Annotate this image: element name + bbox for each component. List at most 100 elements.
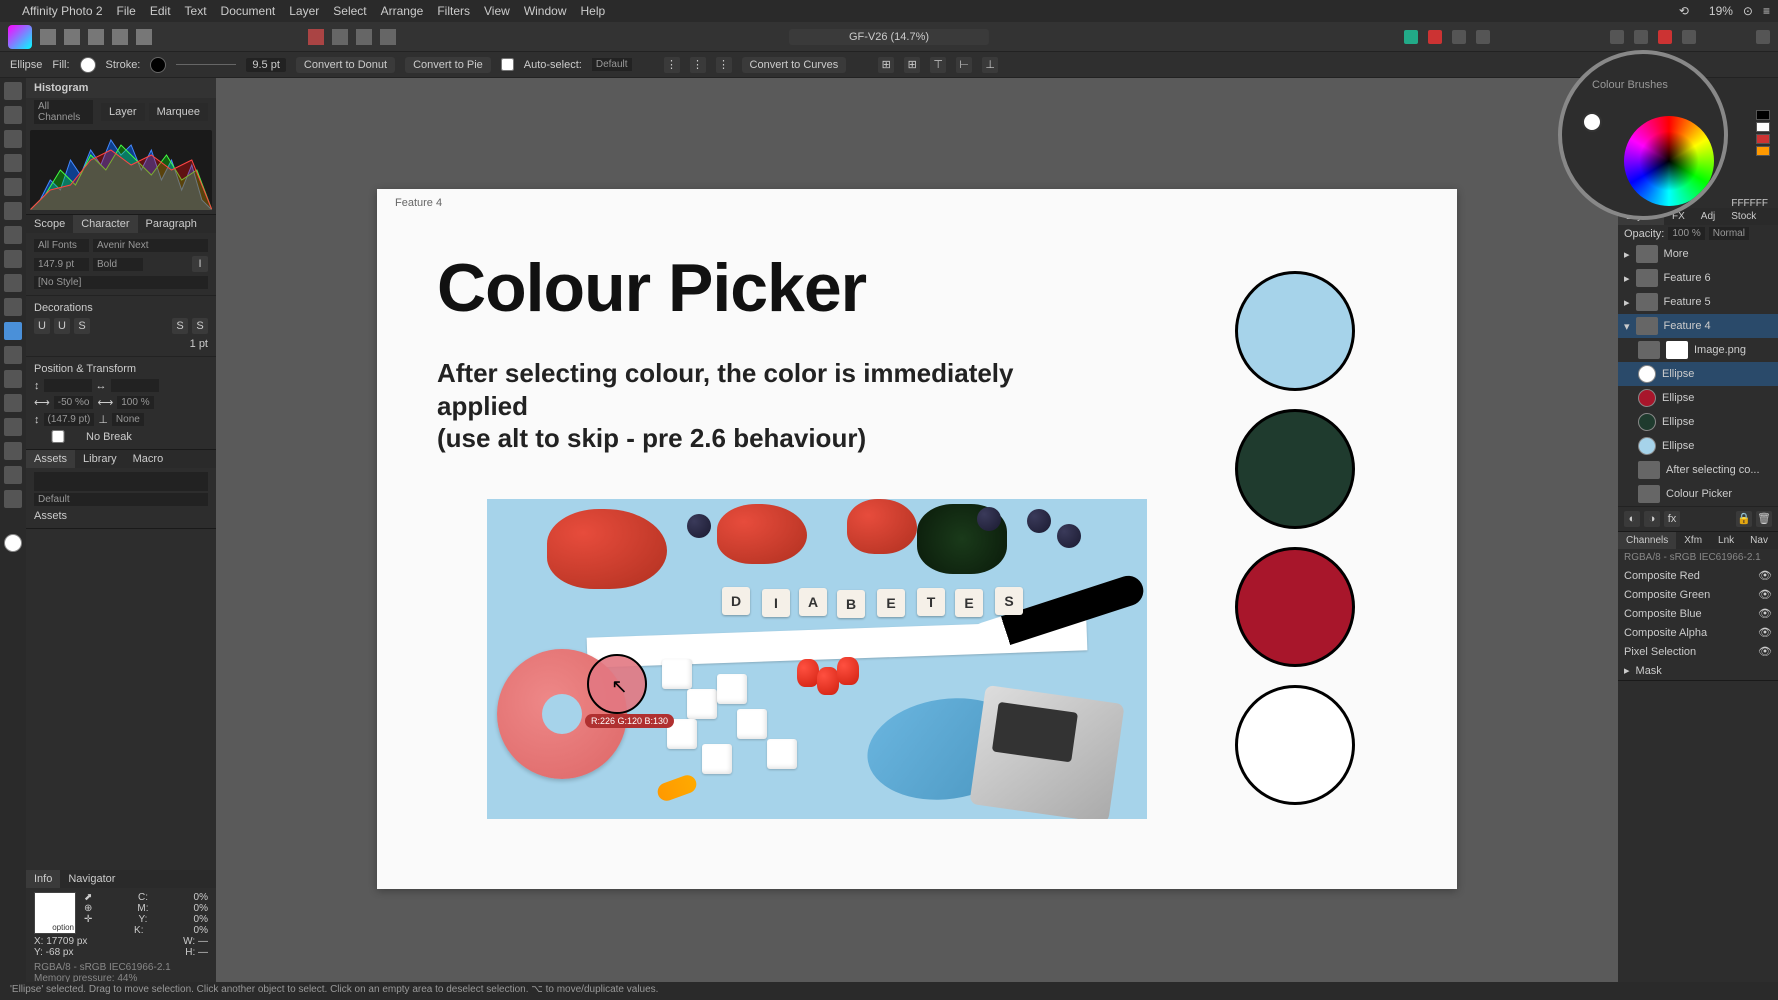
move-tool-icon[interactable] bbox=[4, 82, 22, 100]
macro-tab[interactable]: Macro bbox=[125, 450, 172, 468]
layer-row[interactable]: Ellipse bbox=[1618, 386, 1778, 410]
persona-liquify-icon[interactable] bbox=[64, 29, 80, 45]
navigator-tab[interactable]: Navigator bbox=[60, 870, 123, 888]
assets-search-input[interactable] bbox=[34, 472, 208, 491]
transform-origin-icon[interactable] bbox=[1452, 30, 1466, 44]
swatch-red[interactable] bbox=[1756, 134, 1770, 144]
zoom-tool-icon[interactable] bbox=[4, 466, 22, 484]
channel-row[interactable]: Composite Blue👁 bbox=[1618, 604, 1778, 623]
leading-field[interactable]: (147.9 pt) bbox=[44, 413, 95, 426]
text-tool-icon[interactable] bbox=[4, 298, 22, 316]
strikethrough-button[interactable]: S bbox=[74, 318, 90, 334]
assets-category-dropdown[interactable]: Default bbox=[34, 493, 208, 506]
swatch-orange[interactable] bbox=[1756, 146, 1770, 156]
underline-button[interactable]: U bbox=[34, 318, 50, 334]
force-pixel-icon[interactable] bbox=[1428, 30, 1442, 44]
arrange-front-icon[interactable] bbox=[1682, 30, 1696, 44]
autocontrast-icon[interactable] bbox=[356, 29, 372, 45]
paragraph-tab[interactable]: Paragraph bbox=[138, 215, 205, 233]
persona-export-icon[interactable] bbox=[136, 29, 152, 45]
stock-tab[interactable]: Stock bbox=[1723, 208, 1764, 225]
pen-tool-icon[interactable] bbox=[4, 274, 22, 292]
layer-row[interactable]: ▸Feature 5 bbox=[1618, 290, 1778, 314]
menu-edit[interactable]: Edit bbox=[150, 4, 171, 18]
layer-row[interactable]: Ellipse bbox=[1618, 362, 1778, 386]
crop-tool-icon[interactable] bbox=[4, 154, 22, 172]
node-tool-icon[interactable] bbox=[4, 106, 22, 124]
layer-row[interactable]: ▸More bbox=[1618, 242, 1778, 266]
layer-row[interactable]: Ellipse bbox=[1618, 434, 1778, 458]
distribute-v-icon[interactable]: ⊞ bbox=[904, 57, 920, 73]
text-style-dropdown[interactable]: [No Style] bbox=[34, 276, 208, 289]
colour-picker-tool-icon[interactable] bbox=[4, 490, 22, 508]
autoselect-dropdown[interactable]: Default bbox=[592, 58, 632, 71]
channel-row[interactable]: Pixel Selection👁 bbox=[1618, 642, 1778, 661]
autowb-icon[interactable] bbox=[380, 29, 396, 45]
autocolor-icon[interactable] bbox=[308, 29, 324, 45]
kerning-field[interactable]: -50 %o bbox=[54, 396, 94, 409]
arrange-forward-icon[interactable] bbox=[1658, 30, 1672, 44]
colour-well[interactable] bbox=[1582, 112, 1602, 132]
shape-tool-icon[interactable] bbox=[4, 322, 22, 340]
channel-row[interactable]: Composite Green👁 bbox=[1618, 585, 1778, 604]
histogram-layer-tab[interactable]: Layer bbox=[101, 103, 145, 121]
align-left-icon[interactable]: ⋮ bbox=[664, 57, 680, 73]
autoselect-checkbox[interactable] bbox=[501, 58, 514, 71]
subscript-button[interactable]: S bbox=[192, 318, 208, 334]
channel-row[interactable]: Composite Alpha👁 bbox=[1618, 623, 1778, 642]
distribute-h-icon[interactable]: ⊞ bbox=[878, 57, 894, 73]
histogram-marquee-tab[interactable]: Marquee bbox=[149, 103, 208, 121]
menu-filters[interactable]: Filters bbox=[437, 4, 470, 18]
align-center-icon[interactable]: ⋮ bbox=[690, 57, 706, 73]
nobreak-checkbox[interactable] bbox=[34, 430, 82, 443]
stroke-width-field[interactable]: 9.5 pt bbox=[246, 58, 286, 72]
visibility-icon[interactable]: 👁 bbox=[1758, 607, 1772, 620]
mesh-tool-icon[interactable] bbox=[4, 394, 22, 412]
heal-tool-icon[interactable] bbox=[4, 226, 22, 244]
layer-row[interactable]: Colour Picker bbox=[1618, 482, 1778, 506]
dodge-tool-icon[interactable] bbox=[4, 250, 22, 268]
brush-tool-icon[interactable] bbox=[4, 178, 22, 196]
sample-circle-2[interactable] bbox=[1235, 409, 1355, 529]
link-tab[interactable]: Lnk bbox=[1710, 532, 1742, 549]
arrange-backward-icon[interactable] bbox=[1634, 30, 1648, 44]
canvas[interactable]: Feature 4 Colour Picker After selecting … bbox=[216, 78, 1618, 1000]
persona-photo-icon[interactable] bbox=[40, 29, 56, 45]
layer-row[interactable]: ▸Feature 6 bbox=[1618, 266, 1778, 290]
add-fx-icon[interactable]: fx bbox=[1664, 511, 1680, 527]
menu-app[interactable]: Affinity Photo 2 bbox=[22, 4, 103, 18]
persona-tone-icon[interactable] bbox=[112, 29, 128, 45]
blend-mode-dropdown[interactable]: Normal bbox=[1709, 227, 1749, 240]
assets-tab[interactable]: Assets bbox=[26, 450, 75, 468]
view-tool-icon[interactable] bbox=[4, 418, 22, 436]
account-icon[interactable] bbox=[1756, 30, 1770, 44]
layer-row[interactable]: After selecting co... bbox=[1618, 458, 1778, 482]
menu-layer[interactable]: Layer bbox=[289, 4, 319, 18]
colour-wheel[interactable] bbox=[1624, 116, 1714, 206]
channel-row[interactable]: Composite Red👁 bbox=[1618, 566, 1778, 585]
italic-button[interactable]: I bbox=[192, 256, 208, 272]
stroke-swatch[interactable] bbox=[150, 57, 166, 73]
assets-group-label[interactable]: Assets bbox=[34, 510, 67, 522]
channel-row[interactable]: ▸Mask bbox=[1618, 661, 1778, 680]
persona-develop-icon[interactable] bbox=[88, 29, 104, 45]
sync-icon[interactable]: ⊙ bbox=[1743, 4, 1753, 18]
align-right-icon[interactable]: ⋮ bbox=[716, 57, 732, 73]
colour-brushes-tabs[interactable]: Colour Brushes bbox=[1592, 79, 1668, 91]
artboard[interactable]: Feature 4 Colour Picker After selecting … bbox=[377, 189, 1457, 889]
clip-icon[interactable] bbox=[1476, 30, 1490, 44]
history-icon[interactable]: ⟲ bbox=[1679, 4, 1689, 18]
menu-file[interactable]: File bbox=[117, 4, 136, 18]
colour-picker-loupe[interactable]: ↖ bbox=[587, 654, 647, 714]
convert-curves-button[interactable]: Convert to Curves bbox=[742, 57, 847, 73]
autolevels-icon[interactable] bbox=[332, 29, 348, 45]
info-tab[interactable]: Info bbox=[26, 870, 60, 888]
document-title[interactable]: GF-V26 (14.7%) bbox=[789, 29, 989, 45]
layer-row[interactable]: Ellipse bbox=[1618, 410, 1778, 434]
position-transform-header[interactable]: Position & Transform bbox=[34, 361, 208, 377]
font-size-field[interactable]: 147.9 pt bbox=[34, 258, 89, 271]
stroke-width-slider[interactable] bbox=[176, 64, 236, 65]
visibility-icon[interactable]: 👁 bbox=[1758, 569, 1772, 582]
app-icon[interactable] bbox=[8, 25, 32, 49]
hand-tool-icon[interactable] bbox=[4, 442, 22, 460]
